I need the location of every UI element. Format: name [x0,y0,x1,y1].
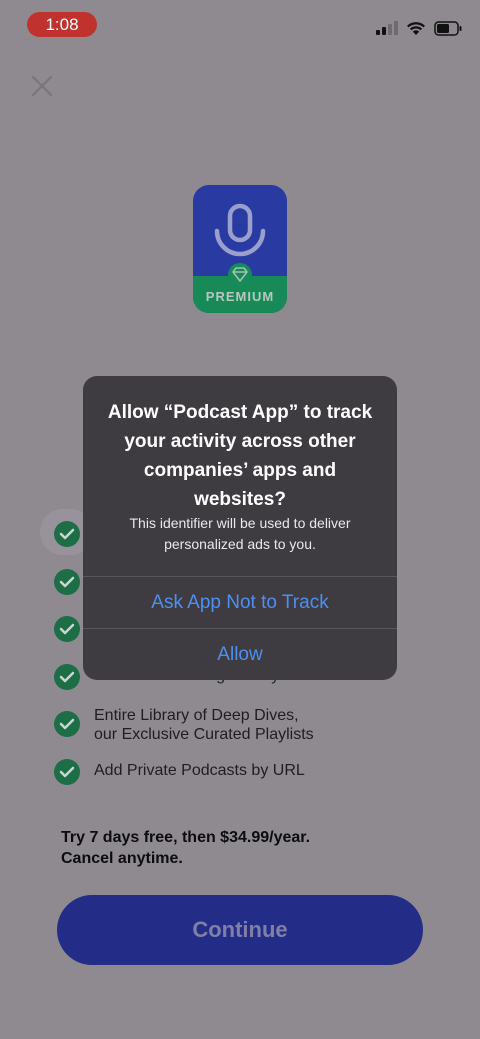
premium-app-icon: PREMIUM [193,185,287,313]
wifi-icon [407,21,425,35]
alert-title: Allow “Podcast App” to track your activi… [107,402,373,510]
pricing-line-2: Cancel anytime. [61,850,183,867]
feature-text: Add Private Podcasts by URL [94,762,305,779]
battery-icon [434,20,462,36]
continue-button[interactable]: Continue [57,895,423,965]
signal-icon [376,21,398,35]
close-icon [31,75,53,97]
check-icon [54,664,80,690]
microphone-icon [214,203,266,257]
check-icon [54,569,80,595]
status-icons [376,18,462,38]
feature-item: Entire Library of Deep Dives, our Exclus… [54,707,434,751]
pricing-text: Try 7 days free, then $34.99/year. Cance… [61,827,310,869]
status-time: 1:08 [27,12,97,37]
paywall-screen: 1:08 PREMIUM Entire Library of Deep Dive… [0,0,480,1039]
check-icon [54,616,80,642]
diamond-icon [228,263,252,287]
pricing-line-1: Try 7 days free, then $34.99/year. [61,829,311,846]
check-icon [54,759,80,785]
feature-item: Add Private Podcasts by URL [54,759,434,799]
tracking-permission-alert: Allow “Podcast App” to track your activi… [83,376,397,680]
check-icon [54,521,80,547]
close-button[interactable] [30,74,54,98]
allow-button[interactable]: Allow [83,629,397,680]
check-icon [54,711,80,737]
feature-text: Entire Library of Deep Dives, our Exclus… [94,707,314,743]
alert-message: This identifier will be used to deliver … [129,515,351,552]
ask-not-to-track-button[interactable]: Ask App Not to Track [83,577,397,628]
